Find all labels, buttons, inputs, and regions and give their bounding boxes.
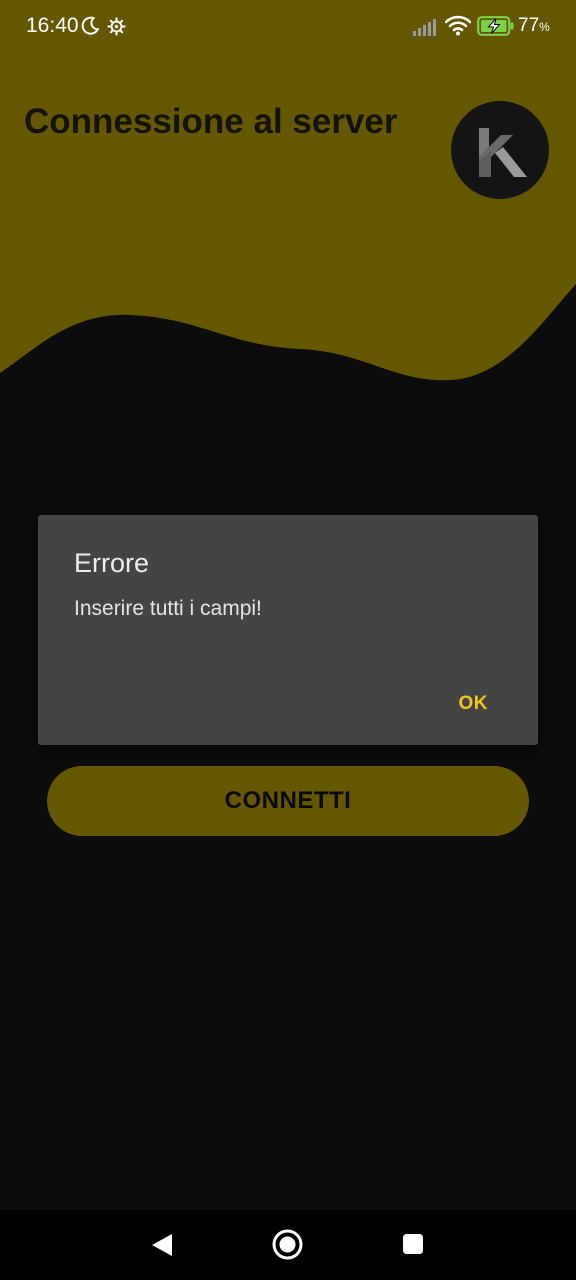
recent-apps-icon[interactable]	[402, 1233, 424, 1255]
error-dialog: Errore Inserire tutti i campi! OK	[38, 515, 538, 745]
connect-button[interactable]: CONNETTI	[47, 766, 529, 836]
dialog-message: Inserire tutti i campi!	[74, 597, 262, 620]
back-icon[interactable]	[150, 1232, 174, 1258]
app-screen: 16:40 77% Connessione al server Errore I…	[0, 0, 576, 1280]
navigation-bar	[0, 1210, 576, 1280]
dialog-title: Errore	[74, 548, 150, 578]
dialog-ok-button[interactable]: OK	[459, 693, 489, 715]
connect-button-label: CONNETTI	[224, 787, 352, 814]
home-icon[interactable]	[272, 1229, 303, 1260]
